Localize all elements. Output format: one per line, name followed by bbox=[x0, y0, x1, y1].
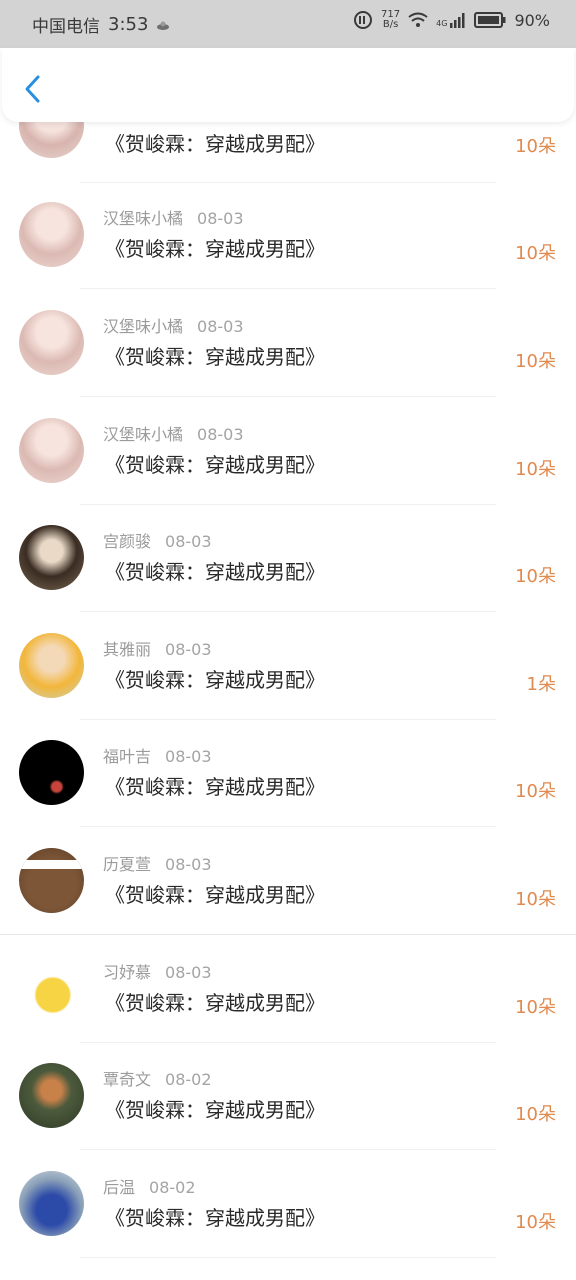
list-item[interactable]: 覃奇文 08-02 《贺峻霖：穿越成男配》 10朵 bbox=[0, 1042, 576, 1150]
item-name: 后温 08-02 bbox=[103, 1178, 196, 1197]
list-item[interactable]: 宫颜骏 08-03 《贺峻霖：穿越成男配》 10朵 bbox=[0, 504, 576, 612]
item-name: 汉堡味小橘 08-03 bbox=[103, 317, 244, 336]
avatar[interactable] bbox=[19, 633, 84, 698]
item-title: 《贺峻霖：穿越成男配》 bbox=[105, 237, 325, 261]
item-name: 历夏萱 08-03 bbox=[103, 855, 212, 874]
chevron-left-icon[interactable] bbox=[22, 74, 44, 104]
item-title: 《贺峻霖：穿越成男配》 bbox=[105, 775, 325, 799]
item-date: 08-03 bbox=[165, 855, 212, 874]
avatar[interactable] bbox=[19, 525, 84, 590]
item-title: 《贺峻霖：穿越成男配》 bbox=[105, 345, 325, 369]
item-amount: 10朵 bbox=[515, 781, 556, 802]
data-saver-icon bbox=[354, 11, 373, 29]
item-name: 覃奇文 08-02 bbox=[103, 1070, 212, 1089]
item-date: 08-02 bbox=[149, 1178, 196, 1197]
notification-icon bbox=[157, 21, 170, 30]
item-amount: 10朵 bbox=[515, 351, 556, 372]
header-bar bbox=[2, 48, 574, 122]
list-item[interactable]: 汉堡味小橘 08-03 《贺峻霖：穿越成男配》 10朵 bbox=[0, 397, 576, 505]
divider bbox=[80, 1257, 496, 1258]
item-title: 《贺峻霖：穿越成男配》 bbox=[105, 991, 325, 1015]
item-name: 习妤慕 08-03 bbox=[103, 963, 212, 982]
item-amount: 10朵 bbox=[515, 136, 556, 157]
battery-icon bbox=[474, 12, 506, 28]
item-title: 《贺峻霖：穿越成男配》 bbox=[105, 1098, 325, 1122]
item-title: 《贺峻霖：穿越成男配》 bbox=[105, 883, 325, 907]
item-date: 08-03 bbox=[165, 640, 212, 659]
item-title: 《贺峻霖：穿越成男配》 bbox=[105, 560, 325, 584]
item-name: 宫颜骏 08-03 bbox=[103, 532, 212, 551]
avatar[interactable] bbox=[19, 418, 84, 483]
avatar[interactable] bbox=[19, 310, 84, 375]
item-date: 08-03 bbox=[197, 209, 244, 228]
avatar[interactable] bbox=[19, 1171, 84, 1236]
item-name: 福叶吉 08-03 bbox=[103, 747, 212, 766]
item-amount: 10朵 bbox=[515, 1212, 556, 1233]
status-right: 717 B/s 4G 90% bbox=[353, 10, 550, 30]
list-item[interactable]: 福叶吉 08-03 《贺峻霖：穿越成男配》 10朵 bbox=[0, 719, 576, 827]
clock: 3:53 bbox=[108, 14, 149, 35]
carrier-label: 中国电信 bbox=[32, 17, 100, 37]
item-date: 08-03 bbox=[165, 747, 212, 766]
signal-icon bbox=[450, 13, 465, 28]
list-item[interactable]: 汉堡味小橘 08-03 《贺峻霖：穿越成男配》 10朵 bbox=[0, 289, 576, 397]
avatar[interactable] bbox=[19, 202, 84, 267]
item-amount: 10朵 bbox=[515, 459, 556, 480]
gift-record-list: 《贺峻霖：穿越成男配》 10朵 汉堡味小橘 08-03 《贺峻霖：穿越成男配》 1… bbox=[0, 0, 576, 1280]
item-date: 08-02 bbox=[165, 1070, 212, 1089]
list-item[interactable]: 汉堡味小橘 08-03 《贺峻霖：穿越成男配》 10朵 bbox=[0, 181, 576, 289]
item-amount: 10朵 bbox=[515, 889, 556, 910]
avatar[interactable] bbox=[19, 1063, 84, 1128]
item-name: 汉堡味小橘 08-03 bbox=[103, 425, 244, 444]
item-amount: 10朵 bbox=[515, 997, 556, 1018]
item-amount: 10朵 bbox=[515, 1104, 556, 1125]
item-name: 汉堡味小橘 08-03 bbox=[103, 209, 244, 228]
wifi-icon bbox=[408, 12, 428, 27]
item-title: 《贺峻霖：穿越成男配》 bbox=[105, 453, 325, 477]
item-name: 其雅丽 08-03 bbox=[103, 640, 212, 659]
item-amount: 10朵 bbox=[515, 566, 556, 587]
avatar[interactable] bbox=[19, 740, 84, 805]
list-item[interactable]: 历夏萱 08-03 《贺峻霖：穿越成男配》 10朵 bbox=[0, 827, 576, 935]
list-item[interactable]: 后温 08-02 《贺峻霖：穿越成男配》 10朵 bbox=[0, 1150, 576, 1258]
bear-headband bbox=[19, 860, 84, 869]
item-date: 08-03 bbox=[197, 317, 244, 336]
item-date: 08-03 bbox=[165, 532, 212, 551]
list-item[interactable]: 习妤慕 08-03 《贺峻霖：穿越成男配》 10朵 bbox=[0, 935, 576, 1043]
item-title: 《贺峻霖：穿越成男配》 bbox=[105, 1206, 325, 1230]
item-amount: 1朵 bbox=[526, 674, 556, 695]
item-amount: 10朵 bbox=[515, 243, 556, 264]
network-speed: 717 B/s bbox=[381, 10, 400, 30]
item-title: 《贺峻霖：穿越成男配》 bbox=[105, 132, 325, 156]
avatar[interactable] bbox=[19, 848, 84, 913]
item-date: 08-03 bbox=[197, 425, 244, 444]
cellular-signal: 4G bbox=[436, 12, 466, 28]
speed-unit: B/s bbox=[382, 19, 399, 30]
battery-percent: 90% bbox=[514, 10, 550, 30]
avatar[interactable] bbox=[19, 956, 84, 1021]
status-left: 中国电信 3:53 bbox=[32, 12, 170, 37]
item-date: 08-03 bbox=[165, 963, 212, 982]
list-item[interactable]: 其雅丽 08-03 《贺峻霖：穿越成男配》 1朵 bbox=[0, 612, 576, 720]
status-bar: 中国电信 3:53 717 B/s 4G 90% bbox=[0, 0, 576, 48]
item-title: 《贺峻霖：穿越成男配》 bbox=[105, 668, 325, 692]
network-type: 4G bbox=[436, 19, 448, 28]
